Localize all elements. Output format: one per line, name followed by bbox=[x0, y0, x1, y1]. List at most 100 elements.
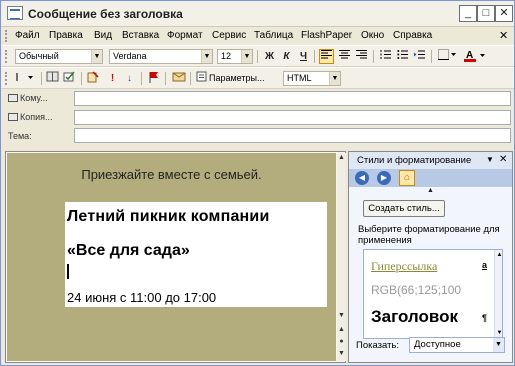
menu-file[interactable]: Файл bbox=[15, 30, 40, 41]
next-page-icon[interactable]: ▼ bbox=[337, 349, 346, 359]
previous-page-icon[interactable]: ▲ bbox=[337, 325, 346, 335]
menu-window[interactable]: Окно bbox=[361, 30, 384, 41]
bullet-list-button[interactable] bbox=[395, 49, 410, 64]
flyer-datetime: 24 июня с 11:00 до 17:00 bbox=[67, 290, 217, 305]
bullet-list-icon bbox=[397, 50, 408, 59]
scroll-down-icon[interactable]: ▼ bbox=[337, 311, 346, 321]
menu-edit[interactable]: Правка bbox=[49, 30, 83, 41]
attach-file-button[interactable] bbox=[86, 71, 101, 86]
underline-button[interactable]: Ч bbox=[296, 49, 311, 64]
toolbar-grip[interactable] bbox=[5, 72, 8, 85]
attach-icon bbox=[87, 71, 99, 83]
paperclip-icon bbox=[16, 73, 33, 81]
cc-label: Копия... bbox=[20, 112, 53, 122]
close-document-icon[interactable]: ✕ bbox=[499, 29, 508, 42]
back-icon[interactable]: ◀ bbox=[355, 171, 369, 185]
chevron-down-icon: ▼ bbox=[329, 72, 340, 85]
home-icon[interactable]: ⌂ bbox=[399, 170, 415, 186]
options-button[interactable]: Параметры... bbox=[209, 73, 264, 83]
bold-button[interactable]: Ж bbox=[262, 49, 277, 64]
scroll-up-icon[interactable]: ▲ bbox=[337, 153, 346, 163]
menu-insert[interactable]: Вставка bbox=[122, 30, 159, 41]
font-color-icon: A bbox=[464, 50, 485, 62]
style-select-value: Обычный bbox=[19, 51, 59, 61]
toolbar-separator bbox=[373, 50, 374, 63]
menu-format[interactable]: Формат bbox=[167, 30, 203, 41]
cc-button[interactable]: Копия... bbox=[8, 112, 53, 122]
message-window: Сообщение без заголовка _ □ ✕ Файл Правк… bbox=[0, 0, 515, 366]
body-vertical-scrollbar[interactable]: ▲ ▼ ▲ ● ▼ bbox=[337, 153, 346, 361]
style-item-heading[interactable]: Заголовок bbox=[371, 307, 458, 327]
flyer-heading: Летний пикник компании bbox=[67, 208, 270, 225]
italic-button[interactable]: К bbox=[279, 49, 294, 64]
align-center-button[interactable] bbox=[337, 49, 352, 64]
font-size-select[interactable]: 12 ▼ bbox=[217, 49, 253, 64]
body-canvas[interactable]: Приезжайте вместе с семьей. Летний пикни… bbox=[7, 153, 336, 361]
border-button[interactable] bbox=[436, 49, 458, 64]
menu-table[interactable]: Таблица bbox=[254, 30, 293, 41]
maximize-button[interactable]: □ bbox=[477, 5, 495, 22]
new-style-button[interactable]: Создать стиль... bbox=[363, 200, 445, 217]
style-list-scrollbar[interactable]: ▲ ▼ bbox=[494, 250, 502, 338]
font-select-value: Verdana bbox=[113, 51, 147, 61]
minimize-button[interactable]: _ bbox=[459, 5, 477, 22]
close-button[interactable]: ✕ bbox=[495, 5, 513, 22]
style-item-hyperlink[interactable]: Гиперссылка bbox=[371, 259, 437, 274]
text-cursor bbox=[67, 264, 69, 279]
select-browse-object-icon[interactable]: ● bbox=[337, 337, 346, 347]
show-select-value: Доступное bbox=[414, 339, 461, 350]
task-pane-close-icon[interactable]: ✕ bbox=[499, 154, 507, 165]
intro-text: Приезжайте вместе с семьей. bbox=[81, 167, 262, 182]
to-field[interactable] bbox=[74, 91, 511, 106]
menu-view[interactable]: Вид bbox=[94, 30, 112, 41]
toolbar-separator bbox=[81, 72, 82, 85]
menu-help[interactable]: Справка bbox=[393, 30, 432, 41]
indent-icon bbox=[414, 50, 425, 59]
message-format-select[interactable]: HTML ▼ bbox=[283, 71, 341, 86]
to-button[interactable]: Кому... bbox=[8, 93, 48, 103]
font-color-button[interactable]: A bbox=[462, 49, 490, 64]
flyer-block[interactable]: Летний пикник компании «Все для сада» 24… bbox=[65, 202, 327, 307]
toolbar-grip[interactable] bbox=[5, 50, 8, 63]
toolbar-separator bbox=[314, 50, 315, 63]
high-importance-button[interactable]: ! bbox=[105, 71, 120, 86]
task-pane-menu-icon[interactable]: ▼ bbox=[486, 155, 494, 164]
address-book-button[interactable] bbox=[45, 71, 60, 86]
align-right-icon bbox=[356, 50, 367, 59]
style-list[interactable]: Гиперссылка a RGB(66;125;100 Заголовок ¶… bbox=[363, 249, 503, 339]
align-left-button[interactable] bbox=[319, 49, 334, 64]
subject-field[interactable] bbox=[74, 128, 511, 143]
style-select[interactable]: Обычный ▼ bbox=[15, 49, 103, 64]
message-body[interactable]: Приезжайте вместе с семьей. Летний пикни… bbox=[5, 151, 346, 363]
align-right-button[interactable] bbox=[354, 49, 369, 64]
show-label: Показать: bbox=[356, 340, 400, 351]
decrease-indent-button[interactable] bbox=[412, 49, 427, 64]
numbered-list-button[interactable] bbox=[378, 49, 393, 64]
flag-icon bbox=[149, 72, 158, 83]
task-pane-header: Стили и форматирование ▼ ✕ bbox=[349, 152, 512, 169]
message-format-value: HTML bbox=[287, 73, 312, 83]
font-select[interactable]: Verdana ▼ bbox=[109, 49, 213, 64]
menu-grip[interactable] bbox=[5, 30, 8, 42]
menu-flashpaper[interactable]: FlashPaper bbox=[301, 30, 352, 41]
address-book-icon bbox=[8, 94, 18, 102]
flyer-subheading: «Все для сада» bbox=[67, 242, 190, 259]
menu-tools[interactable]: Сервис bbox=[212, 30, 246, 41]
border-icon bbox=[438, 49, 456, 60]
scroll-up-icon[interactable]: ▲ bbox=[495, 250, 502, 260]
chevron-down-icon: ▼ bbox=[241, 50, 252, 63]
envelope-button[interactable] bbox=[171, 71, 186, 86]
toolbar-separator bbox=[165, 72, 166, 85]
follow-up-flag-button[interactable] bbox=[146, 71, 161, 86]
pane-scroll-up-icon[interactable]: ▲ bbox=[349, 187, 512, 195]
style-item-rgb[interactable]: RGB(66;125;100 bbox=[371, 283, 461, 297]
forward-icon[interactable]: ▶ bbox=[377, 171, 391, 185]
check-names-button[interactable] bbox=[62, 71, 77, 86]
show-select[interactable]: Доступное ▼ bbox=[409, 337, 505, 353]
options-icon bbox=[194, 71, 209, 86]
low-importance-button[interactable]: ↓ bbox=[122, 71, 137, 86]
send-button[interactable] bbox=[13, 71, 37, 86]
cc-field[interactable] bbox=[74, 110, 511, 125]
envelope-icon bbox=[172, 72, 185, 82]
standard-toolbar: ! ↓ Параметры... HTML ▼ bbox=[1, 67, 514, 89]
